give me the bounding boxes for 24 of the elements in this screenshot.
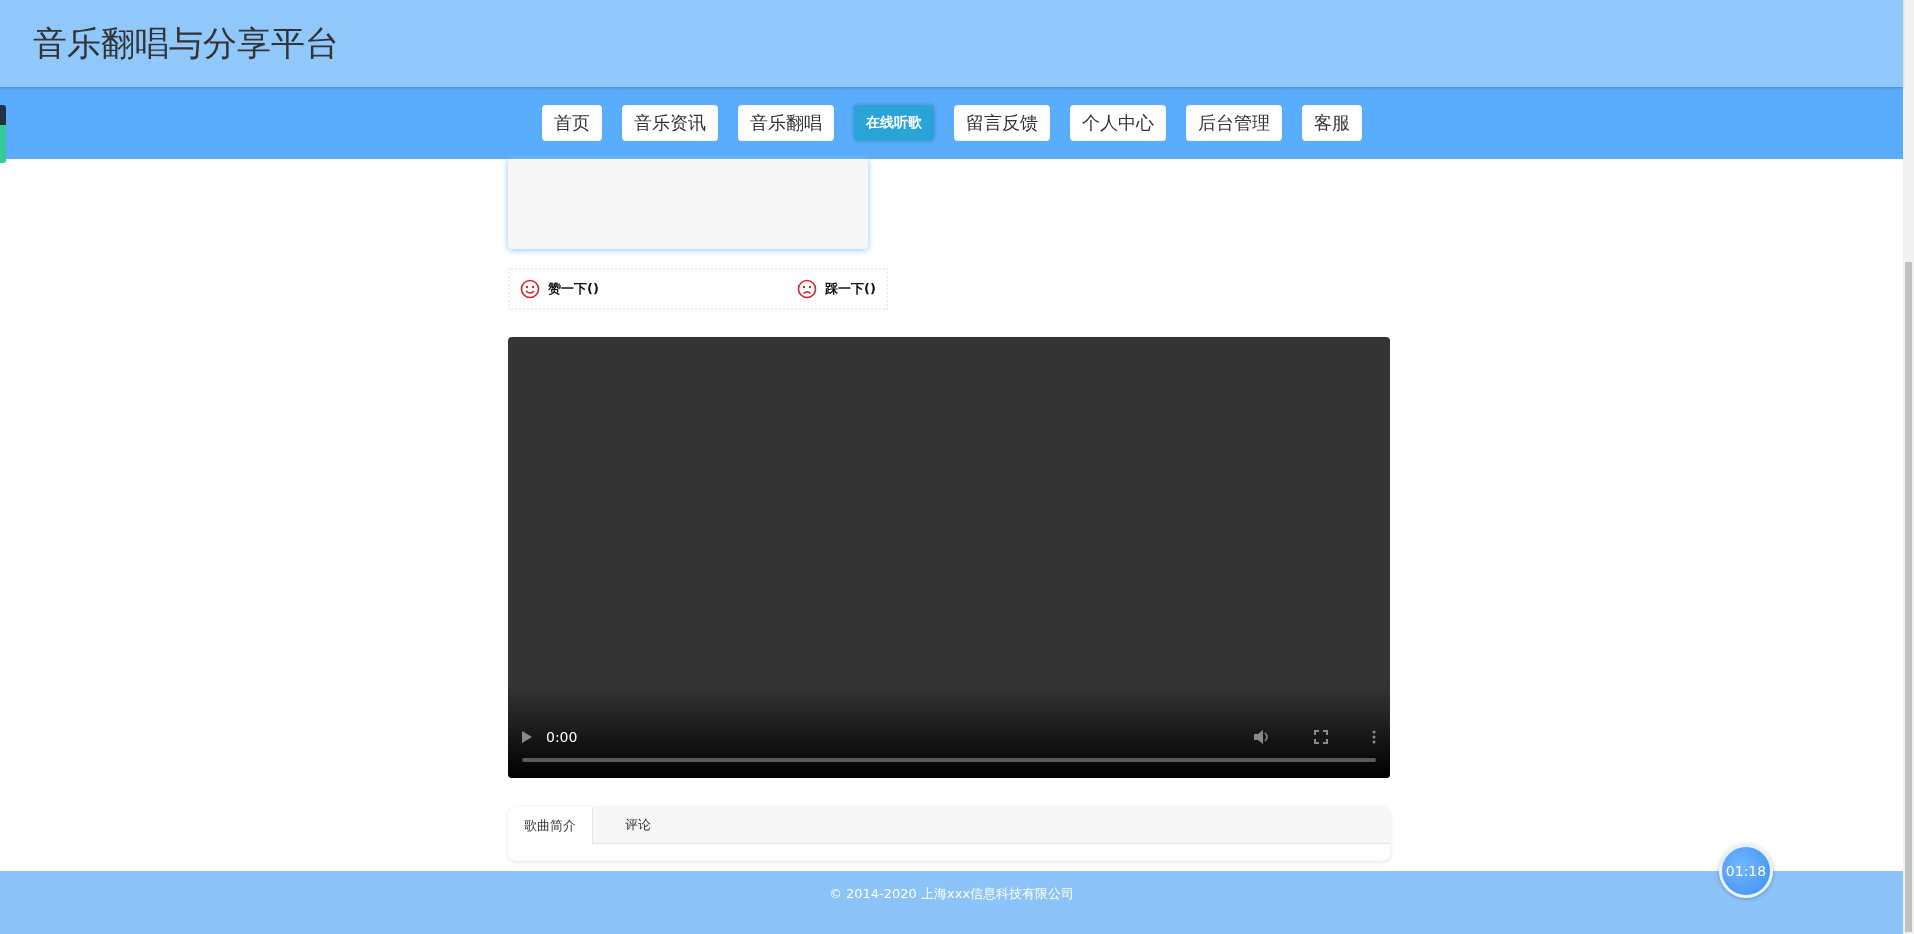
sad-face-icon xyxy=(797,279,818,299)
side-handle[interactable] xyxy=(0,105,6,163)
site-title: 音乐翻唱与分享平台 xyxy=(33,21,339,65)
volume-icon[interactable] xyxy=(1254,730,1270,744)
more-icon[interactable] xyxy=(1372,730,1376,744)
like-link[interactable]: 赞一下() xyxy=(548,280,599,298)
scrollbar[interactable] xyxy=(1903,0,1914,934)
progress-track[interactable] xyxy=(522,758,1376,762)
nav-item[interactable]: 音乐翻唱 xyxy=(737,105,834,141)
dislike-link[interactable]: 踩一下() xyxy=(825,280,876,298)
video-player[interactable]: 0:00 xyxy=(508,337,1390,778)
copyright-text: © 2014-2020 上海xxx信息科技有限公司 xyxy=(828,885,1075,901)
nav-item[interactable]: 个人中心 xyxy=(1069,105,1166,141)
nav-item[interactable]: 客服 xyxy=(1301,105,1362,141)
play-icon[interactable] xyxy=(522,731,532,743)
tab[interactable]: 歌曲简介 xyxy=(508,807,593,844)
time-display: 0:00 xyxy=(546,729,578,745)
tab[interactable]: 评论 xyxy=(609,807,667,843)
nav-item[interactable]: 留言反馈 xyxy=(953,105,1050,141)
nav-item[interactable]: 音乐资讯 xyxy=(621,105,718,141)
fullscreen-icon[interactable] xyxy=(1314,730,1328,744)
nav-item[interactable]: 后台管理 xyxy=(1185,105,1282,141)
smiley-face-icon xyxy=(520,279,540,299)
nav-item[interactable]: 首页 xyxy=(541,105,602,141)
